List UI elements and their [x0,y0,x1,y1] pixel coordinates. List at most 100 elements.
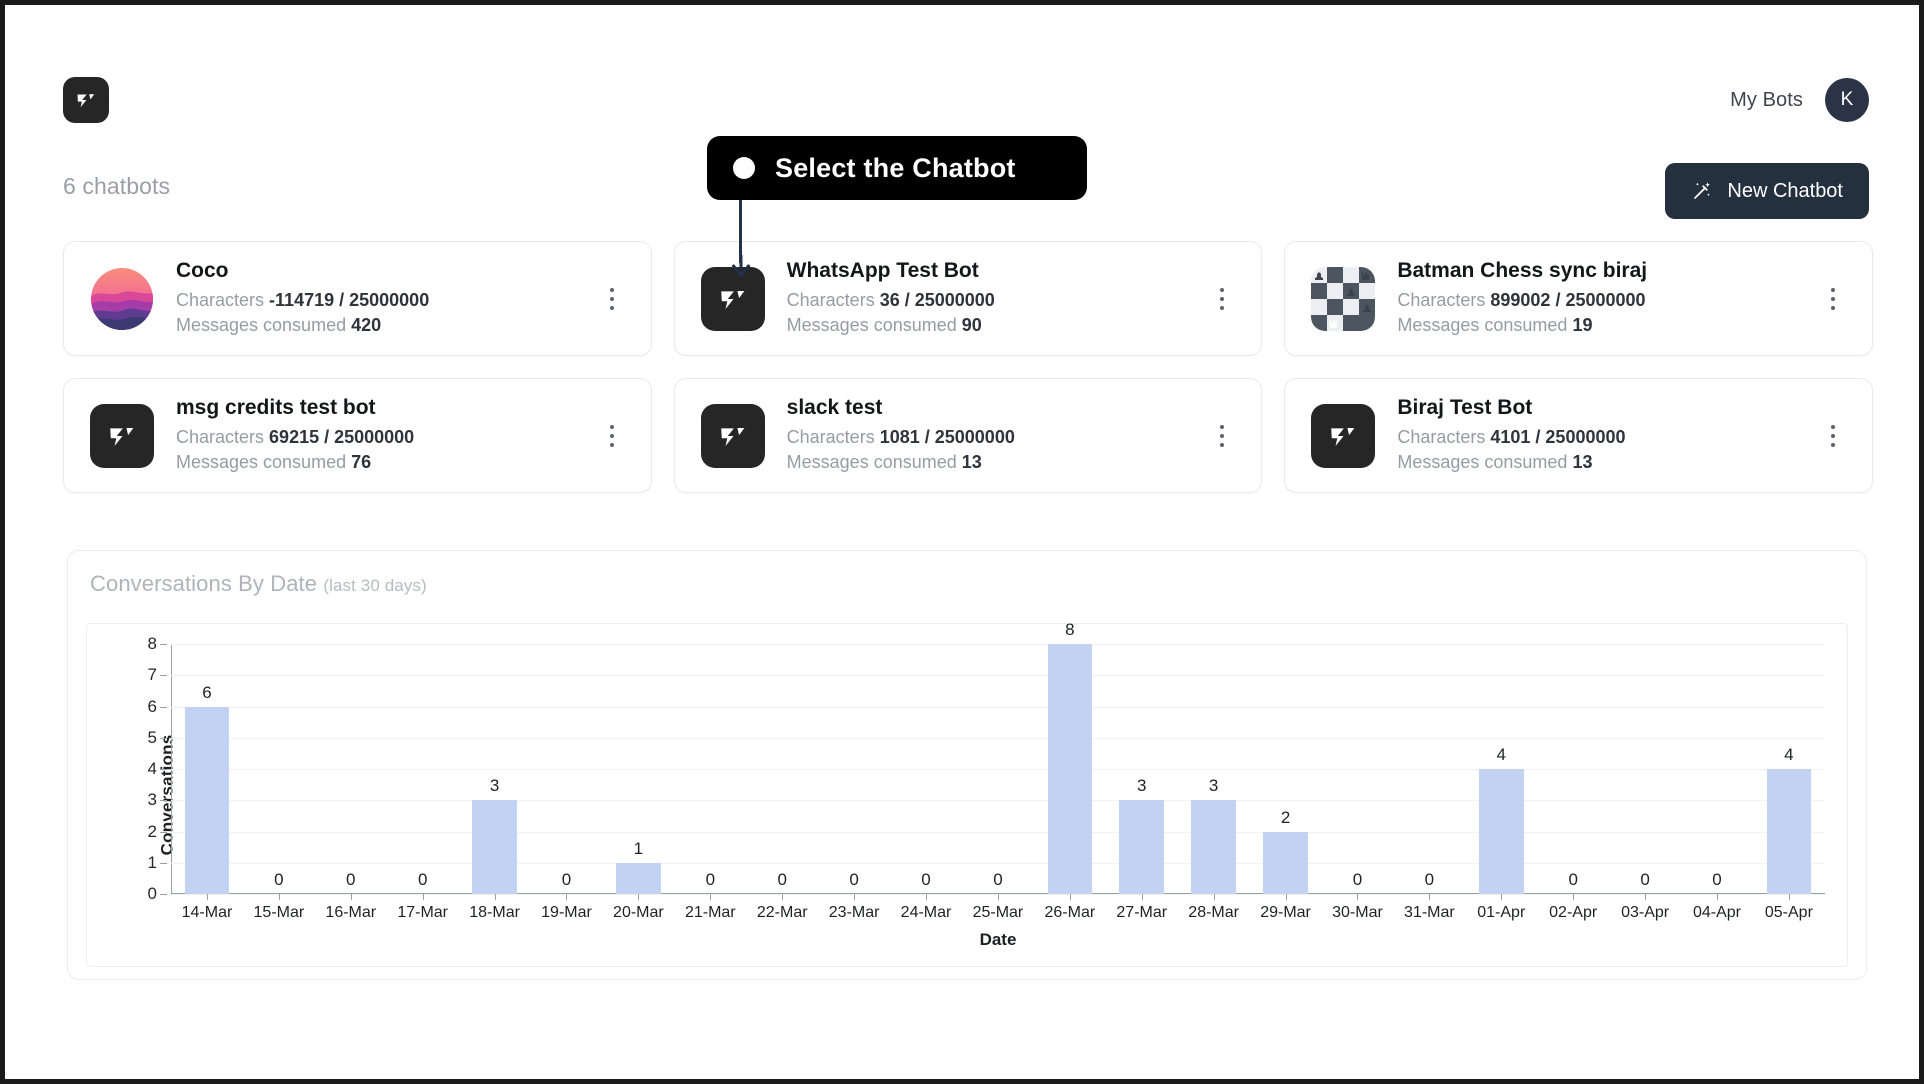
chatbot-characters: Characters 1081 / 25000000 [787,425,1208,451]
chart-bar[interactable] [1263,831,1308,894]
chart-bars: 6 0 0 0 3 0 1 0 0 0 0 0 8 3 3 2 0 0 4 0 0 0 4 [171,620,1825,900]
my-bots-link[interactable]: My Bots [1730,89,1803,112]
chart-bar-slot[interactable]: 0 [674,644,746,900]
chart-bar[interactable] [1478,769,1524,894]
brand-logo-icon[interactable] [63,77,109,123]
chart-bar-slot[interactable]: 0 [531,644,603,900]
chart-x-tick-label: 02-Apr [1549,904,1598,921]
chatbot-name: WhatsApp Test Bot [786,259,979,283]
characters-value: 1081 / 25000000 [879,426,1015,447]
chatbot-card-grid: Coco Characters -114719 / 25000000 Messa… [63,241,1873,493]
chart-bar-slot[interactable]: 3 [459,644,531,900]
messages-label: Messages consumed [176,315,347,336]
chatbot-meta: Batman Chess sync biraj Characters 89900… [1397,258,1818,338]
kebab-menu-icon[interactable] [1207,418,1237,454]
chart-bar-value: 0 [1352,870,1363,889]
chart-bar-slot[interactable]: 0 [1681,644,1753,900]
kebab-menu-icon[interactable] [597,418,627,454]
chart-bar[interactable] [1766,769,1812,894]
messages-label: Messages consumed [1397,315,1568,336]
chatbot-card[interactable]: msg credits test bot Characters 69215 / … [63,378,652,493]
chart-x-tick-label: 04-Apr [1692,904,1741,921]
chart-x-tick-mark [1069,894,1071,900]
new-chatbot-button[interactable]: New Chatbot [1665,163,1869,219]
chatbot-card[interactable]: slack test Characters 1081 / 25000000 Me… [673,378,1263,493]
characters-value: 36 / 25000000 [879,289,995,310]
chart-bar-slot[interactable]: 0 [746,644,818,900]
chart-x-tick-label: 25-Mar [972,904,1024,921]
characters-label: Characters [786,426,875,447]
chart-x-axis-label: Date [979,930,1017,949]
chart-x-tick-mark [1213,894,1215,900]
chart-bar-slot[interactable]: 6 [171,644,243,900]
chart-x-tick-label: 14-Mar [181,904,233,921]
chart-bar[interactable] [616,862,661,894]
chatbot-meta: Coco Characters -114719 / 25000000 Messa… [176,258,597,338]
kebab-menu-icon[interactable] [1818,281,1848,317]
chart-bar[interactable] [1047,644,1093,894]
chart-y-tick: 1 [147,852,169,872]
chart-bar-slot[interactable]: 4 [1465,644,1537,900]
chart-x-tick-label: 18-Mar [469,904,520,921]
avatar[interactable]: K [1825,78,1869,122]
messages-value: 420 [351,315,382,336]
down-arrow-icon [729,255,753,282]
chart-x-tick-mark [206,894,208,900]
chart-bar-slot[interactable]: 0 [962,644,1034,900]
kebab-menu-icon[interactable] [1207,281,1237,317]
kebab-menu-icon[interactable] [597,281,627,317]
chart-x-tick-label: 22-Mar [756,904,808,921]
chatbot-characters: Characters 899002 / 25000000 [1397,288,1818,314]
kebab-menu-icon[interactable] [1818,418,1848,454]
chart-bar-slot[interactable]: 3 [1106,644,1178,900]
chatbot-name: msg credits test bot [176,396,376,420]
chart-bar[interactable] [1191,800,1236,894]
chatbot-card[interactable]: Coco Characters -114719 / 25000000 Messa… [63,241,652,356]
chart-x-tick-mark [1716,894,1718,900]
chart-bar[interactable] [184,706,230,894]
chart-bar-slot[interactable]: 0 [818,644,890,900]
chart-bar-slot[interactable]: 8 [1034,620,1106,900]
chart-x-tick-mark [710,894,712,900]
chart-bar-slot[interactable]: 0 [890,644,962,900]
chatbot-card[interactable]: Biraj Test Bot Characters 4101 / 2500000… [1284,378,1873,493]
chart-x-tick-label: 26-Mar [1044,904,1096,921]
chart-bar-slot[interactable]: 0 [1609,644,1681,900]
chart-bar-slot[interactable]: 1 [602,644,674,900]
chart-x-tick-label: 29-Mar [1260,904,1311,921]
chatbot-messages: Messages consumed 19 [1397,313,1818,339]
callout-text: Select the Chatbot [775,152,1016,183]
chart-y-tick: 0 [147,884,169,903]
chart-x-tick-mark [782,894,784,900]
chart-bar-slot[interactable]: 0 [387,644,459,900]
messages-label: Messages consumed [176,452,347,473]
chart-bar-value: 0 [921,870,931,889]
messages-label: Messages consumed [786,452,957,473]
chart-bar-slot[interactable]: 3 [1178,644,1250,900]
bullet-dot-icon [733,157,755,179]
chart-bar-slot[interactable]: 2 [1250,644,1322,900]
chatbot-characters: Characters 36 / 25000000 [787,288,1208,314]
chart-bar[interactable] [1119,800,1165,894]
chart-bar-value: 8 [1065,620,1075,639]
chatbot-card[interactable]: Batman Chess sync biraj Characters 89900… [1284,241,1873,356]
chart-bar-slot[interactable]: 0 [1393,644,1465,900]
chart-x-tick-mark [1357,894,1359,900]
chart-x-tick-label: 21-Mar [684,904,736,921]
chart-bar-slot[interactable]: 0 [1322,644,1394,900]
chatbot-messages: Messages consumed 420 [176,313,597,339]
chart-bar-slot[interactable]: 0 [315,644,387,900]
chart-bar-value: 0 [346,870,356,889]
chart-x-tick-mark [997,894,999,900]
chart-bar-slot[interactable]: 0 [1537,644,1609,900]
chart-bar-slot[interactable]: 4 [1753,644,1825,900]
chart-bar[interactable] [472,800,517,894]
chart-x-tick-mark [1573,894,1575,900]
chart-y-tick: 5 [147,727,169,747]
chatbot-characters: Characters 4101 / 25000000 [1397,425,1818,451]
chart-x-tick-label: 20-Mar [613,904,664,921]
brand-logo-icon [700,403,765,468]
chatbot-card[interactable]: WhatsApp Test Bot Characters 36 / 250000… [673,241,1263,356]
chart-bar-slot[interactable]: 0 [243,644,315,900]
chart-x-tick-mark [638,894,640,900]
